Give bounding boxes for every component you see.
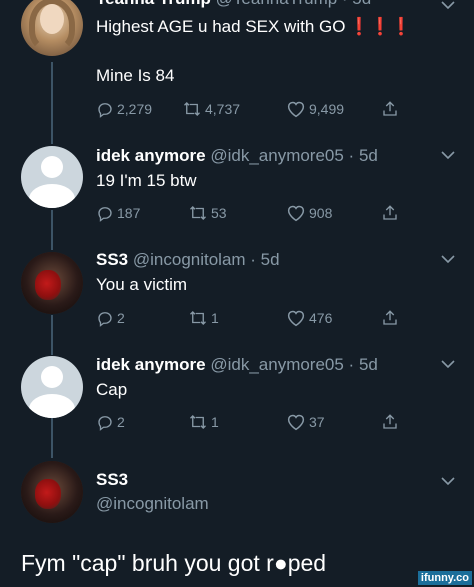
tweet-text: You a victim [96, 275, 188, 294]
tweet-header: idek anymore @idk_anymore05 · 5d [96, 355, 378, 375]
tweet-actions: 2,279 4,737 9,499 [96, 99, 416, 119]
reply-button[interactable]: 2 [96, 412, 125, 432]
author-handle[interactable]: @TeannaTrump · 5d [216, 0, 372, 8]
heart-icon [287, 310, 305, 327]
avatar[interactable] [21, 146, 83, 208]
thread-line [51, 315, 53, 355]
avatar-photo-detail [35, 270, 61, 300]
reply-count: 2 [117, 310, 125, 326]
author-name[interactable]: SS3 [96, 470, 128, 490]
retweet-icon [190, 415, 206, 429]
top-tweet-header: Teanna Trump @TeannaTrump · 5d [96, 0, 371, 9]
heart-icon [287, 205, 305, 222]
author-name[interactable]: SS3 [96, 250, 128, 269]
reply-text: Fym "cap" bruh you got r●ped [21, 550, 327, 576]
avatar[interactable] [21, 0, 83, 56]
share-button[interactable] [381, 308, 399, 328]
retweet-icon [190, 206, 206, 220]
reply-icon [98, 312, 112, 327]
tweet-actions: 2 1 476 [96, 308, 416, 328]
retweet-button[interactable]: 1 [188, 308, 219, 328]
thread-line [51, 210, 53, 250]
author-handle[interactable]: @idk_anymore05 · 5d [210, 146, 378, 165]
retweet-count: 1 [211, 310, 219, 326]
author-name[interactable]: Teanna Trump [96, 0, 211, 8]
reply-count: 2 [117, 414, 125, 430]
heart-icon [287, 101, 305, 118]
retweet-count: 4,737 [205, 101, 241, 117]
reply-button[interactable]: 187 [96, 203, 140, 223]
avatar-photo-detail [35, 479, 61, 509]
tweet-text: Highest AGE u had SEX with GO ❗❗❗ [96, 17, 412, 37]
like-count: 908 [309, 205, 333, 221]
reply-count: 187 [117, 205, 141, 221]
like-count: 37 [309, 414, 325, 430]
avatar-head [41, 366, 63, 388]
avatar-shoulders [29, 394, 75, 418]
share-button[interactable] [381, 203, 399, 223]
chevron-down-icon[interactable] [441, 254, 455, 264]
reply-button[interactable]: 2 [96, 308, 125, 328]
like-button[interactable]: 476 [286, 308, 332, 328]
avatar[interactable] [21, 461, 83, 523]
retweet-button[interactable]: 53 [188, 203, 227, 223]
share-icon [383, 101, 397, 116]
chevron-down-icon[interactable] [441, 0, 455, 10]
like-count: 9,499 [309, 101, 345, 117]
like-button[interactable]: 37 [286, 412, 325, 432]
thread-line [51, 62, 53, 144]
avatar-shoulders [29, 184, 75, 208]
chevron-down-icon[interactable] [441, 359, 455, 369]
avatar[interactable] [21, 252, 83, 314]
reply-icon [98, 416, 112, 431]
tweet-text: Cap [96, 380, 128, 399]
author-handle[interactable]: @incognitolam · 5d [133, 250, 280, 269]
exclamation-emoji: ❗❗❗ [348, 17, 412, 36]
retweet-icon [184, 102, 200, 116]
reply-icon [98, 103, 112, 118]
author-name[interactable]: idek anymore [96, 146, 206, 165]
avatar-head [41, 156, 63, 178]
chevron-down-icon[interactable] [441, 476, 455, 486]
tweet-text-content: Highest AGE u had SEX with GO [96, 17, 346, 36]
chevron-down-icon[interactable] [441, 150, 455, 160]
watermark-logo: ifunny.co [417, 571, 472, 585]
tweet-header: idek anymore @idk_anymore05 · 5d [96, 146, 378, 166]
avatar-face [40, 4, 64, 34]
author-handle[interactable]: @idk_anymore05 · 5d [210, 355, 378, 374]
share-icon [383, 414, 397, 429]
tweet-actions: 187 53 908 [96, 203, 416, 223]
tweet-header: SS3 @incognitolam · 5d [96, 250, 280, 270]
tweet-actions: 2 1 37 [96, 412, 416, 432]
retweet-button[interactable]: 1 [188, 412, 219, 432]
share-icon [383, 310, 397, 325]
reply-count: 2,279 [117, 101, 153, 117]
retweet-count: 53 [211, 205, 227, 221]
heart-icon [287, 414, 305, 431]
reply-button[interactable]: 2,279 [96, 99, 152, 119]
like-button[interactable]: 9,499 [286, 99, 344, 119]
tweet-text: 19 I'm 15 btw [96, 171, 197, 190]
share-button[interactable] [381, 99, 399, 119]
avatar[interactable] [21, 356, 83, 418]
retweet-icon [190, 311, 206, 325]
retweet-button[interactable]: 4,737 [182, 99, 240, 119]
author-handle[interactable]: @incognitolam [96, 494, 209, 514]
like-count: 476 [309, 310, 333, 326]
thread-line [51, 418, 53, 458]
share-button[interactable] [381, 412, 399, 432]
author-name[interactable]: idek anymore [96, 355, 206, 374]
reply-icon [98, 207, 112, 222]
like-button[interactable]: 908 [286, 203, 332, 223]
retweet-count: 1 [211, 414, 219, 430]
share-icon [383, 205, 397, 220]
tweet-text: Mine Is 84 [96, 66, 175, 85]
